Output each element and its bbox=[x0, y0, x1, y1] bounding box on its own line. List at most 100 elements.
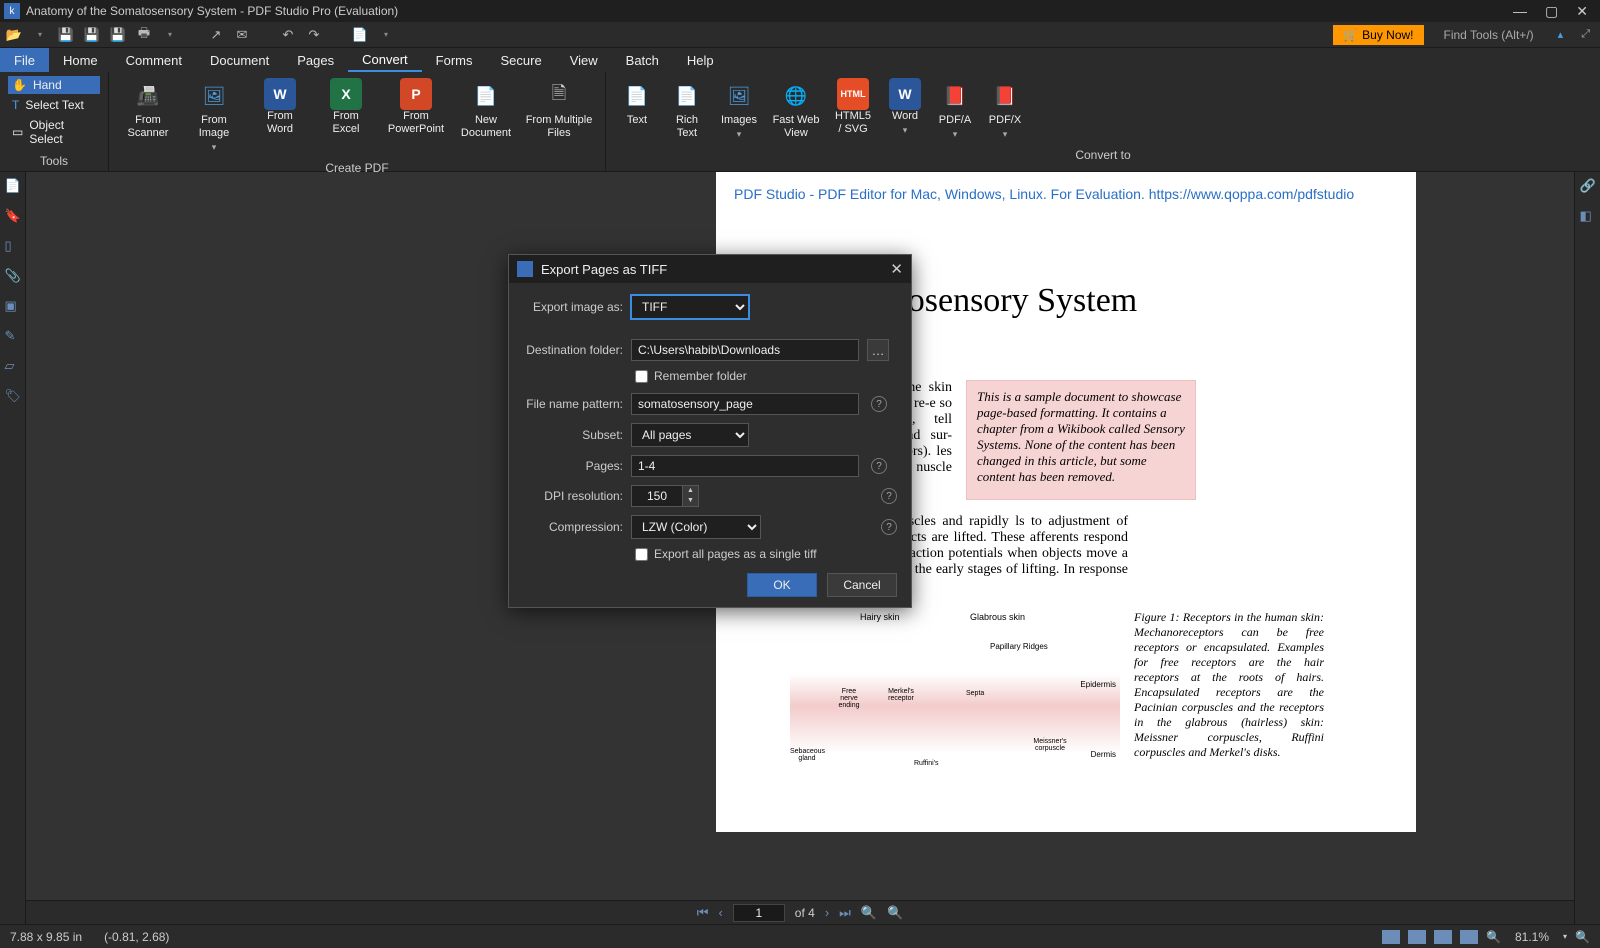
destination-folder-input[interactable] bbox=[631, 339, 859, 361]
zoom-dropdown-icon[interactable]: ▾ bbox=[1563, 932, 1567, 941]
convert-text-button[interactable]: 📄Text bbox=[612, 76, 662, 142]
open-icon[interactable]: 📂 bbox=[6, 27, 22, 43]
zoom-out-button[interactable]: 🔍 bbox=[1486, 930, 1501, 944]
print-icon[interactable]: 🖶 bbox=[136, 27, 152, 43]
attachments-panel-icon[interactable]: 📎 bbox=[5, 268, 21, 284]
from-excel-button[interactable]: XFrom Excel bbox=[313, 76, 379, 155]
remember-folder-checkbox[interactable] bbox=[635, 370, 648, 383]
save-icon[interactable]: 💾 bbox=[58, 27, 74, 43]
find-tools-input[interactable]: Find Tools (Alt+/) bbox=[1434, 28, 1544, 42]
tags-panel-icon[interactable]: 🏷 bbox=[5, 388, 21, 404]
signatures-panel-icon[interactable]: ✎ bbox=[5, 328, 21, 344]
from-multiple-files-button[interactable]: 🗎From Multiple Files bbox=[519, 76, 599, 155]
file-name-pattern-input[interactable] bbox=[631, 393, 859, 415]
app-icon: k bbox=[4, 3, 20, 19]
tool-select-text[interactable]: TSelect Text bbox=[8, 96, 100, 114]
tool-hand[interactable]: ✋Hand bbox=[8, 76, 100, 94]
view-continuous-button[interactable] bbox=[1408, 930, 1426, 944]
convert-rich-text-button[interactable]: 📄Rich Text bbox=[662, 76, 712, 142]
from-powerpoint-button[interactable]: PFrom PowerPoint bbox=[379, 76, 453, 155]
help-icon[interactable]: ? bbox=[881, 519, 897, 535]
dpi-spinner[interactable]: ▲▼ bbox=[631, 485, 699, 507]
figure-label-hairy: Hairy skin bbox=[860, 612, 900, 622]
tool-object-select[interactable]: ▭Object Select bbox=[8, 116, 100, 148]
dialog-titlebar: Export Pages as TIFF ✕ bbox=[509, 255, 911, 283]
new-document-button[interactable]: 📄New Document bbox=[453, 76, 519, 155]
zoom-in-nav-icon[interactable]: 🔍 bbox=[887, 905, 903, 921]
document-icon[interactable]: 📄 bbox=[352, 27, 368, 43]
convert-images-button[interactable]: 🖼Images▾ bbox=[712, 76, 766, 142]
help-icon[interactable]: ? bbox=[871, 458, 887, 474]
dpi-down-button[interactable]: ▼ bbox=[683, 496, 698, 506]
prev-page-button[interactable]: ‹ bbox=[718, 905, 722, 920]
export-format-select[interactable]: TIFF bbox=[631, 295, 749, 319]
convert-word-button[interactable]: WWord▾ bbox=[880, 76, 930, 142]
menu-pages[interactable]: Pages bbox=[283, 48, 348, 72]
zoom-out-nav-icon[interactable]: 🔍 bbox=[861, 905, 877, 921]
text-cursor-icon: T bbox=[12, 98, 19, 112]
convert-pdfx-button[interactable]: 📕PDF/X▾ bbox=[980, 76, 1030, 142]
figure-1-image: Hairy skin Glabrous skin Papillary Ridge… bbox=[790, 610, 1120, 770]
convert-html5-button[interactable]: HTMLHTML5 / SVG bbox=[826, 76, 880, 142]
undo-icon[interactable]: ↶ bbox=[280, 27, 296, 43]
from-image-button[interactable]: 🖼From Image▾ bbox=[181, 76, 247, 155]
bookmarks-panel-icon[interactable]: 🔖 bbox=[5, 208, 21, 224]
buy-now-button[interactable]: 🛒Buy Now! bbox=[1333, 25, 1423, 45]
menu-home[interactable]: Home bbox=[49, 48, 112, 72]
menu-forms[interactable]: Forms bbox=[422, 48, 487, 72]
view-single-button[interactable] bbox=[1382, 930, 1400, 944]
open-dropdown-icon[interactable]: ▾ bbox=[32, 27, 48, 43]
send-icon[interactable]: ↗ bbox=[208, 27, 224, 43]
comments-panel-icon[interactable]: ▱ bbox=[5, 358, 21, 374]
export-single-tiff-checkbox[interactable] bbox=[635, 548, 648, 561]
dpi-up-button[interactable]: ▲ bbox=[683, 486, 698, 496]
dpi-input[interactable] bbox=[631, 485, 683, 507]
save-all-icon[interactable]: 💾 bbox=[110, 27, 126, 43]
expand-icon[interactable]: ⤢ bbox=[1577, 28, 1594, 41]
browse-folder-button[interactable]: … bbox=[867, 339, 889, 361]
menu-help[interactable]: Help bbox=[673, 48, 728, 72]
close-button[interactable]: ✕ bbox=[1576, 3, 1588, 20]
last-page-button[interactable]: ⏭ bbox=[839, 905, 851, 921]
help-icon[interactable]: ? bbox=[881, 488, 897, 504]
ok-button[interactable]: OK bbox=[747, 573, 817, 597]
collapse-ribbon-icon[interactable]: ▴ bbox=[1554, 28, 1568, 41]
menu-file[interactable]: File bbox=[0, 48, 49, 72]
view-facing-button[interactable] bbox=[1434, 930, 1452, 944]
next-page-button[interactable]: › bbox=[825, 905, 829, 920]
minimize-button[interactable]: ― bbox=[1513, 3, 1527, 20]
print-dropdown-icon[interactable]: ▾ bbox=[162, 27, 178, 43]
convert-text-label: Text bbox=[627, 114, 647, 127]
current-page-input[interactable] bbox=[733, 904, 785, 922]
convert-pdfa-button[interactable]: 📕PDF/A▾ bbox=[930, 76, 980, 142]
properties-panel-icon[interactable]: ◧ bbox=[1580, 208, 1596, 224]
menu-convert[interactable]: Convert bbox=[348, 48, 422, 72]
destinations-panel-icon[interactable]: ▯ bbox=[5, 238, 21, 254]
menu-comment[interactable]: Comment bbox=[112, 48, 196, 72]
from-word-button[interactable]: WFrom Word bbox=[247, 76, 313, 155]
menu-batch[interactable]: Batch bbox=[612, 48, 673, 72]
word-icon: W bbox=[889, 78, 921, 110]
menu-secure[interactable]: Secure bbox=[487, 48, 556, 72]
cancel-button[interactable]: Cancel bbox=[827, 573, 897, 597]
menu-document[interactable]: Document bbox=[196, 48, 283, 72]
layers-panel-icon[interactable]: ▣ bbox=[5, 298, 21, 314]
help-icon[interactable]: ? bbox=[871, 396, 887, 412]
maximize-button[interactable]: ▢ bbox=[1545, 3, 1558, 20]
pages-input[interactable] bbox=[631, 455, 859, 477]
save-as-icon[interactable]: 💾 bbox=[84, 27, 100, 43]
first-page-button[interactable]: ⏮ bbox=[697, 905, 709, 921]
link-panel-icon[interactable]: 🔗 bbox=[1580, 178, 1596, 194]
menu-view[interactable]: View bbox=[556, 48, 612, 72]
zoom-in-button[interactable]: 🔍 bbox=[1575, 930, 1590, 944]
convert-fast-web-button[interactable]: 🌐Fast Web View bbox=[766, 76, 826, 142]
redo-icon[interactable]: ↷ bbox=[306, 27, 322, 43]
subset-select[interactable]: All pages bbox=[631, 423, 749, 447]
pages-panel-icon[interactable]: 📄 bbox=[5, 178, 21, 194]
email-icon[interactable]: ✉ bbox=[234, 27, 250, 43]
view-facing-continuous-button[interactable] bbox=[1460, 930, 1478, 944]
doc-dropdown-icon[interactable]: ▾ bbox=[378, 27, 394, 43]
dialog-close-button[interactable]: ✕ bbox=[890, 260, 903, 278]
compression-select[interactable]: LZW (Color) bbox=[631, 515, 761, 539]
from-scanner-button[interactable]: 📠From Scanner bbox=[115, 76, 181, 155]
